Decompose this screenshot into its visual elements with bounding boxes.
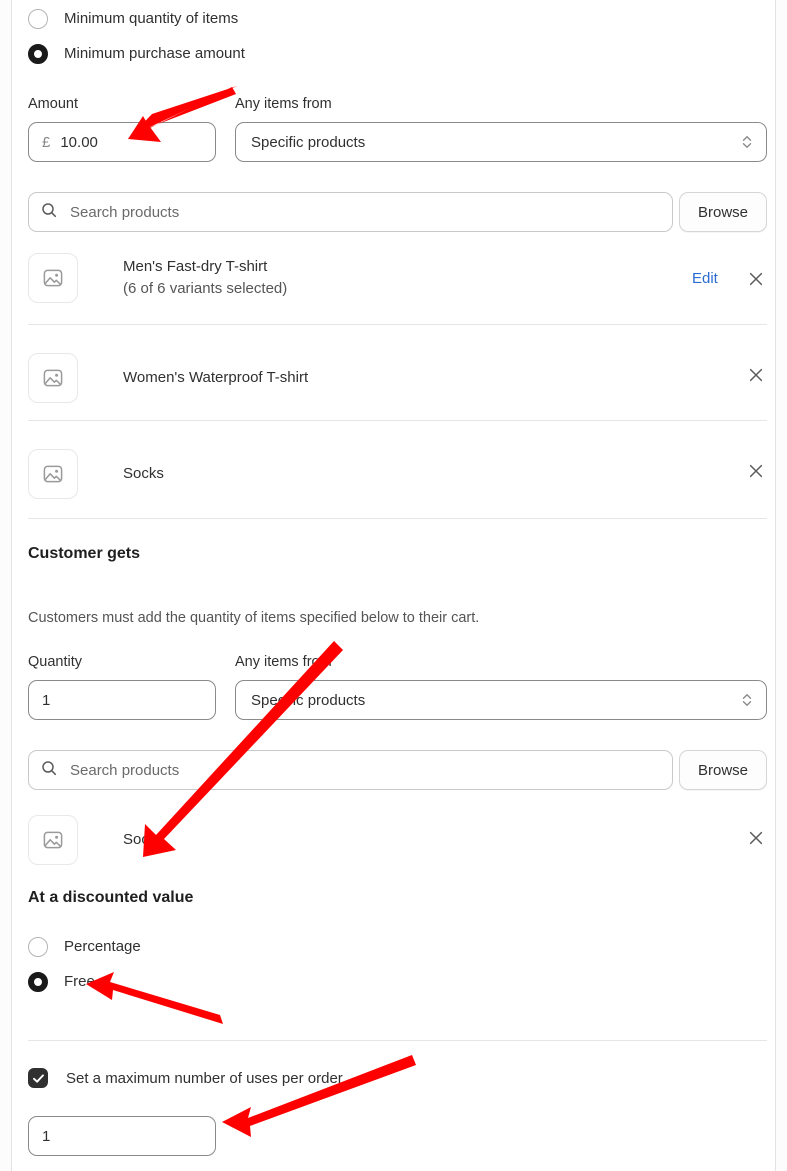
max-uses-input[interactable]: 1 [28,1116,216,1156]
max-uses-checkbox-label: Set a maximum number of uses per order [66,1069,343,1087]
radio-label: Minimum purchase amount [64,45,245,62]
product-title: Men's Fast-dry T-shirt [123,258,268,275]
radio-free[interactable]: Free [28,972,95,992]
buys-product-1-edit-link[interactable]: Edit [692,270,718,287]
buys-product-row-1: Men's Fast-dry T-shirt (6 of 6 variants … [28,253,287,303]
card-border-right [775,0,776,1171]
quantity-value: 1 [42,691,51,709]
buys-items-from-label: Any items from [235,96,332,112]
product-text-block: Socks [123,463,164,485]
gets-product-1-remove-button[interactable] [747,829,765,847]
customer-gets-helper-text: Customers must add the quantity of items… [28,610,480,626]
divider [28,420,767,421]
radio-percentage[interactable]: Percentage [28,937,141,957]
search-placeholder-text: Search products [70,203,180,221]
gets-items-from-select[interactable]: Specific products [235,680,767,720]
browse-label: Browse [697,761,749,779]
discounted-value-title: At a discounted value [28,889,194,906]
product-title: Socks [123,831,164,848]
radio-minimum-quantity-of-items[interactable]: Minimum quantity of items [28,9,238,29]
buys-product-row-2: Women's Waterproof T-shirt [28,353,308,403]
gets-items-from-value: Specific products [251,691,366,709]
image-placeholder-icon [28,815,78,865]
image-placeholder-icon [28,253,78,303]
amount-label: Amount [28,96,78,112]
buys-items-from-select[interactable]: Specific products [235,122,767,162]
check-icon [32,1073,44,1083]
product-title: Women's Waterproof T-shirt [123,369,309,386]
buys-search-products-input[interactable]: Search products [28,192,673,232]
currency-prefix: £ [42,133,51,151]
image-placeholder-icon [28,353,78,403]
product-title: Socks [123,465,164,482]
image-placeholder-icon [28,449,78,499]
gets-search-products-input[interactable]: Search products [28,750,673,790]
buys-product-3-remove-button[interactable] [747,462,765,480]
max-uses-value: 1 [42,1127,51,1145]
buys-browse-button[interactable]: Browse [679,192,767,232]
product-text-block: Socks [123,829,164,851]
buys-product-1-remove-button[interactable] [747,270,765,288]
radio-label: Percentage [64,938,141,955]
max-uses-per-order-checkbox[interactable]: Set a maximum number of uses per order [28,1068,343,1088]
card-content: Minimum quantity of items Minimum purcha… [12,0,775,1171]
search-icon [41,202,57,223]
radio-minimum-purchase-amount[interactable]: Minimum purchase amount [28,44,245,64]
product-subtitle: (6 of 6 variants selected) [123,280,288,297]
search-icon [41,760,57,781]
page-gutter-left [0,0,11,1171]
page-gutter-right [776,0,787,1171]
gets-browse-button[interactable]: Browse [679,750,767,790]
radio-indicator-checked [28,44,48,64]
discount-form-panel: Minimum quantity of items Minimum purcha… [0,0,787,1171]
amount-value: 10.00 [60,133,98,151]
checkbox-indicator-checked [28,1068,48,1088]
quantity-label: Quantity [28,654,82,670]
chevron-up-down-icon [741,690,753,710]
buys-items-from-value: Specific products [251,133,366,151]
buys-product-row-3: Socks [28,449,164,499]
radio-indicator-unchecked [28,9,48,29]
quantity-input[interactable]: 1 [28,680,216,720]
gets-product-row-1: Socks [28,815,164,865]
product-text-block: Women's Waterproof T-shirt [123,367,308,389]
divider [28,518,767,519]
divider [28,1040,767,1041]
buys-product-2-remove-button[interactable] [747,366,765,384]
browse-label: Browse [697,203,749,221]
chevron-up-down-icon [741,132,753,152]
product-text-block: Men's Fast-dry T-shirt (6 of 6 variants … [123,256,287,300]
radio-label: Free [64,973,95,990]
radio-indicator-checked [28,972,48,992]
radio-indicator-unchecked [28,937,48,957]
customer-gets-title: Customer gets [28,545,141,562]
amount-input[interactable]: £ 10.00 [28,122,216,162]
radio-label: Minimum quantity of items [64,10,239,27]
divider [28,324,767,325]
gets-items-from-label: Any items from [235,654,332,670]
search-placeholder-text: Search products [70,761,180,779]
